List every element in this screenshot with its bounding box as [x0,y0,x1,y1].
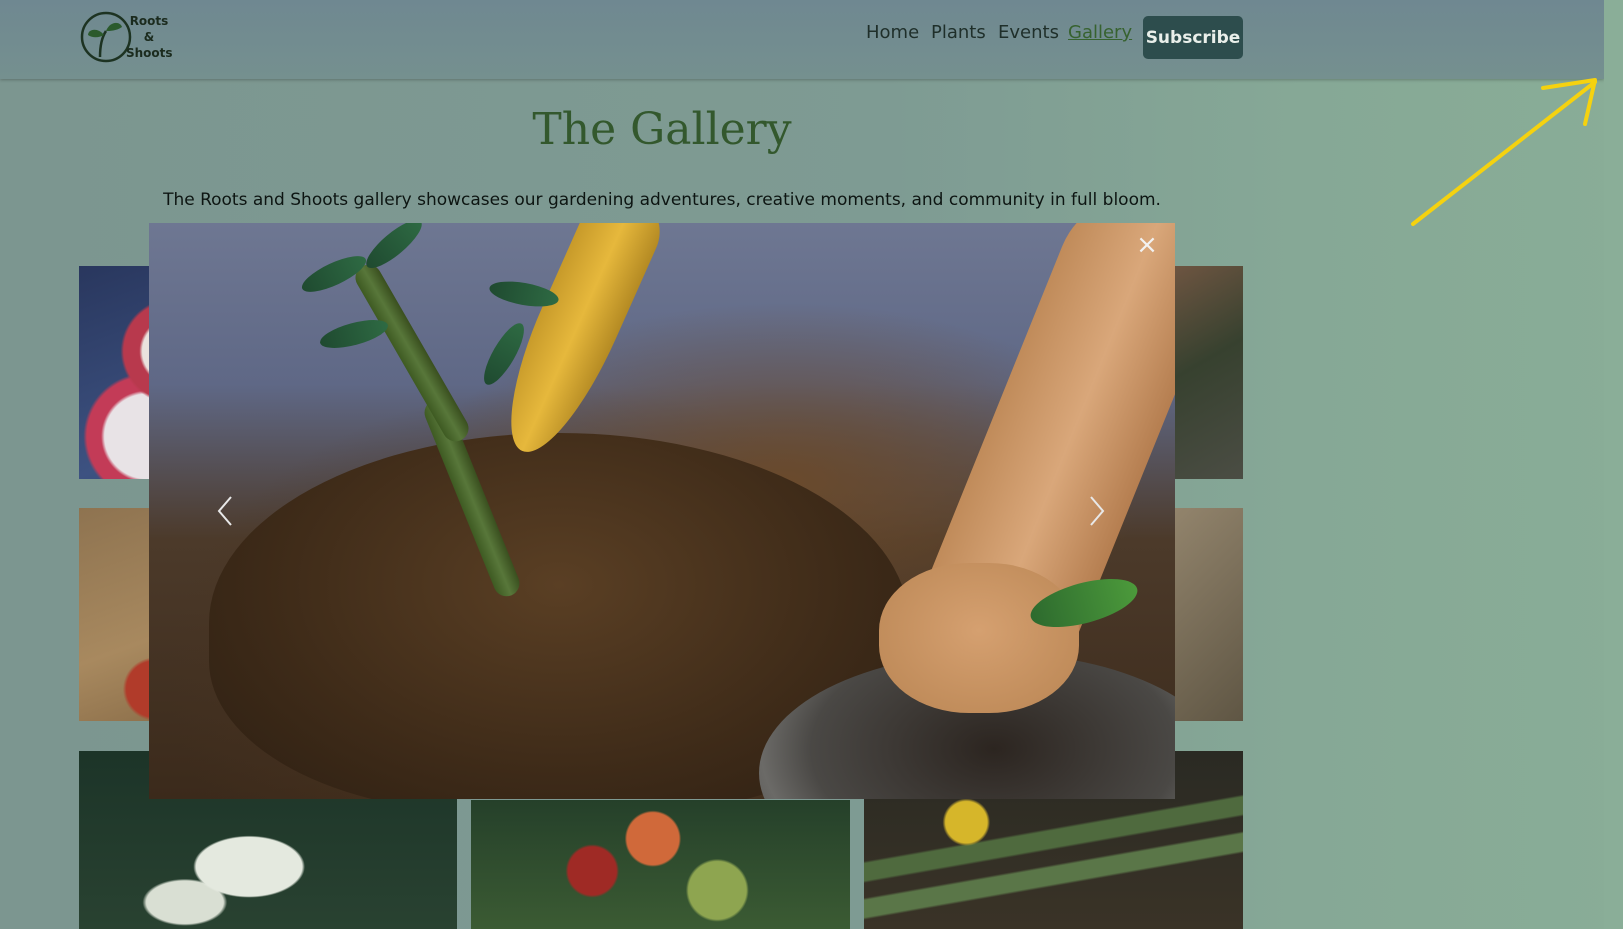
nav-events-link[interactable]: Events [998,22,1059,43]
lightbox-image-stem [350,259,474,447]
logo-text: Roots & Shoots [126,13,173,61]
scrollbar-track[interactable] [1604,0,1623,929]
site-header: Roots & Shoots Home Plants Events Galler… [0,0,1604,79]
page-title: The Gallery [532,104,792,155]
annotation-arrow-icon [1411,78,1597,226]
nav-gallery-link[interactable]: Gallery [1068,22,1132,43]
site-logo[interactable]: Roots & Shoots [80,9,173,65]
chevron-left-icon[interactable] [211,493,239,529]
lightbox-modal: × [149,223,1175,799]
gallery-image-peppers[interactable] [471,800,850,929]
lightbox-image-leaf [360,223,428,275]
subscribe-button[interactable]: Subscribe [1143,16,1243,59]
page-intro: The Roots and Shoots gallery showcases o… [163,190,1161,210]
nav-home-link[interactable]: Home [866,22,919,43]
nav-plants-link[interactable]: Plants [931,22,986,43]
chevron-right-icon[interactable] [1083,493,1111,529]
lightbox-image-leaf [317,314,391,354]
logo-line: Shoots [126,46,173,60]
sprout-logo-icon [80,11,132,63]
logo-line: & [143,30,155,44]
close-icon[interactable]: × [1133,231,1161,259]
logo-line: Roots [129,14,169,28]
lightbox-image-hand [879,563,1079,713]
